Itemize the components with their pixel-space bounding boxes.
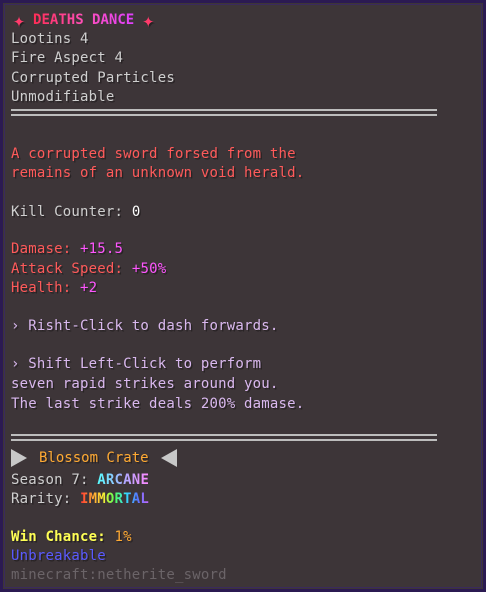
season-value: ARCANE [97, 472, 150, 488]
stat-damage-value: +15.5 [80, 241, 124, 257]
kill-counter-value: 0 [131, 204, 141, 220]
unbreakable-tag: Unbreakable [11, 548, 106, 564]
arrow-right-icon [11, 449, 27, 467]
enchantment-fire-aspect: Fire Aspect 4 [11, 50, 124, 66]
kill-counter: Kill Counter: 0 [11, 202, 140, 222]
season-label: Season 7: [11, 472, 98, 488]
stat-health-value: +2 [80, 280, 98, 296]
enchantment-unmodifiable: Unmodifiable [11, 89, 115, 105]
kill-counter-label: Kill Counter: [11, 204, 132, 220]
item-name: DEATHS DANCE [33, 12, 135, 28]
ability-strikes-line-2: seven rapid strikes around you. [11, 376, 279, 392]
season-line: Season 7: ARCANE [11, 470, 149, 490]
rarity-label: Rarity: [11, 491, 81, 507]
ability-dash: › Risht-Click to dash forwards. [11, 318, 279, 334]
rarity-line: Rarity: IMMORTAL [11, 489, 149, 509]
win-chance-label: Win Chance: [11, 529, 115, 545]
rarity-value: IMMORTAL [80, 491, 150, 507]
enchantment-looting: Lootins 4 [11, 31, 89, 47]
crate-line: Blossom Crate [11, 447, 177, 469]
stat-damage-label: Damase: [11, 241, 81, 257]
stat-health-label: Health: [11, 280, 81, 296]
arrow-left-icon [160, 449, 177, 467]
stat-damage: Damase: +15.5 [11, 239, 123, 259]
ability-strikes-line-3: The last strike deals 200% damase. [11, 396, 305, 412]
item-id: minecraft:netherite_sword [11, 567, 227, 583]
divider-top [11, 109, 437, 116]
lore-line-1: A corrupted sword forsed from the [11, 146, 296, 162]
sparkle-icon-right: ✦ [142, 8, 155, 32]
crate-name: Blossom Crate [39, 450, 149, 466]
stat-attack-speed-label: Attack Speed: [11, 261, 132, 277]
divider-bottom [11, 434, 437, 441]
ability-strikes-line-1: › Shift Left-Click to perform [11, 356, 262, 372]
enchantment-corrupted-particles: Corrupted Particles [11, 70, 175, 86]
stat-health: Health: +2 [11, 278, 97, 298]
win-chance-value: 1% [114, 529, 132, 545]
lore-line-2: remains of an unknown void herald. [11, 165, 305, 181]
item-tooltip: ✦ DEATHS DANCE ✦ Lootins 4 Fire Aspect 4… [0, 0, 486, 592]
stat-attack-speed: Attack Speed: +50% [11, 259, 166, 279]
stat-attack-speed-value: +50% [131, 261, 167, 277]
win-chance-line: Win Chance: 1% [11, 527, 132, 547]
